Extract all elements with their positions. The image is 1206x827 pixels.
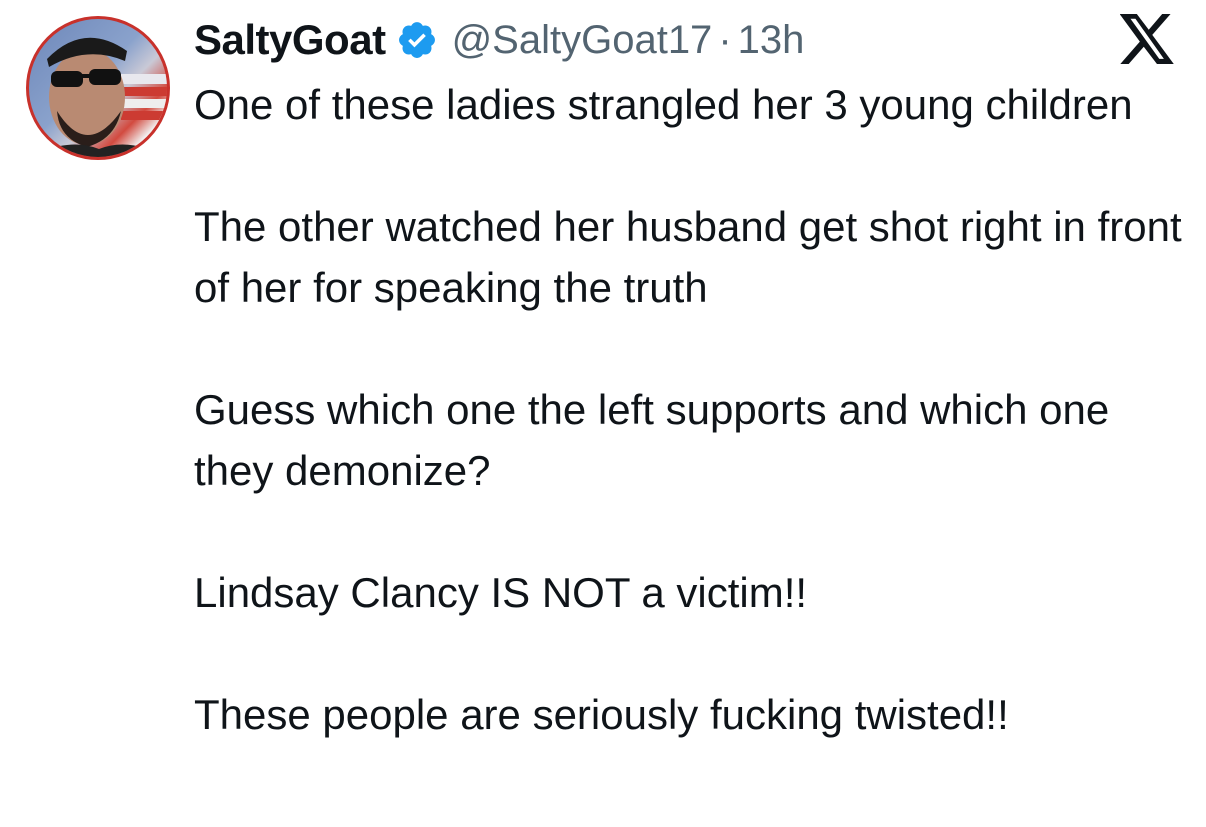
author-handle[interactable]: @SaltyGoat17 — [452, 18, 713, 63]
x-logo-icon — [1119, 14, 1176, 64]
tweet-paragraph: Guess which one the left supports and wh… — [194, 386, 1110, 494]
tweet-card: SaltyGoat @SaltyGoat17 · 13h One of thes… — [0, 0, 1206, 827]
timestamp[interactable]: 13h — [738, 18, 805, 63]
tweet-paragraph: These people are seriously fucking twist… — [194, 691, 1009, 738]
tweet-paragraph: One of these ladies strangled her 3 youn… — [194, 81, 1133, 128]
tweet-text: One of these ladies strangled her 3 youn… — [194, 74, 1184, 745]
verified-badge-icon — [396, 19, 438, 61]
tweet-paragraph: The other watched her husband get shot r… — [194, 203, 1182, 311]
separator-dot: · — [718, 17, 732, 62]
tweet-header: SaltyGoat @SaltyGoat17 · 13h — [194, 8, 804, 72]
display-name[interactable]: SaltyGoat — [194, 16, 386, 64]
tweet-paragraph: Lindsay Clancy IS NOT a victim!! — [194, 569, 808, 616]
avatar[interactable] — [26, 16, 170, 160]
